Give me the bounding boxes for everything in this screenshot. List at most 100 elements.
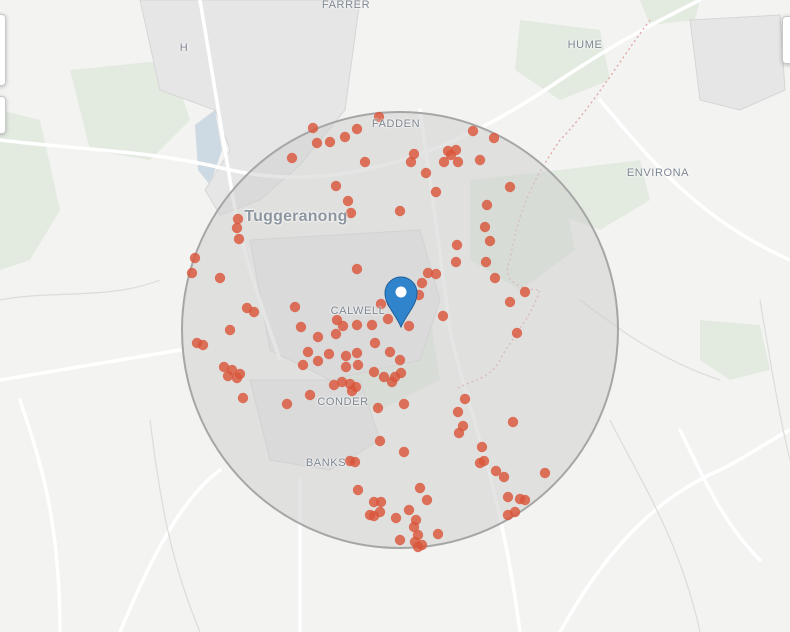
- map-marker-dot[interactable]: [330, 180, 342, 192]
- map-marker-dot[interactable]: [386, 376, 398, 388]
- map-marker-dot[interactable]: [416, 277, 428, 289]
- map-marker-dot[interactable]: [368, 366, 380, 378]
- map-marker-dot[interactable]: [339, 131, 351, 143]
- map-marker-dot[interactable]: [366, 319, 378, 331]
- map-marker-dot[interactable]: [197, 339, 209, 351]
- map-marker-dot[interactable]: [502, 491, 514, 503]
- map-marker-dot[interactable]: [437, 310, 449, 322]
- map-marker-dot[interactable]: [232, 213, 244, 225]
- map-marker-dot[interactable]: [481, 199, 493, 211]
- map-marker-dot[interactable]: [337, 320, 349, 332]
- map-marker-dot[interactable]: [248, 306, 260, 318]
- map-marker-dot[interactable]: [224, 324, 236, 336]
- map-marker-dot[interactable]: [451, 239, 463, 251]
- map-marker-dot[interactable]: [394, 354, 406, 366]
- map-marker-dot[interactable]: [359, 156, 371, 168]
- zoom-out-button[interactable]: [0, 96, 6, 134]
- map-marker-dot[interactable]: [340, 350, 352, 362]
- map-marker-dot[interactable]: [312, 331, 324, 343]
- map-marker-dot[interactable]: [375, 496, 387, 508]
- map-marker-dot[interactable]: [421, 494, 433, 506]
- map-marker-dot[interactable]: [394, 205, 406, 217]
- map-marker-dot[interactable]: [346, 385, 358, 397]
- map-marker-dot[interactable]: [231, 372, 243, 384]
- map-marker-dot[interactable]: [328, 379, 340, 391]
- map-marker-dot[interactable]: [289, 301, 301, 313]
- map-marker-dot[interactable]: [297, 359, 309, 371]
- map-marker-dot[interactable]: [237, 392, 249, 404]
- map-marker-dot[interactable]: [430, 186, 442, 198]
- map-marker-dot[interactable]: [459, 393, 471, 405]
- map-marker-dot[interactable]: [384, 346, 396, 358]
- map-marker-dot[interactable]: [342, 195, 354, 207]
- map-marker-dot[interactable]: [504, 296, 516, 308]
- map-marker-dot[interactable]: [438, 156, 450, 168]
- map-marker-dot[interactable]: [398, 398, 410, 410]
- map-marker-dot[interactable]: [467, 125, 479, 137]
- map-marker-dot[interactable]: [286, 152, 298, 164]
- map-marker-dot[interactable]: [405, 156, 417, 168]
- map-marker-dot[interactable]: [452, 406, 464, 418]
- map-marker-dot[interactable]: [502, 509, 514, 521]
- map-marker-dot[interactable]: [478, 455, 490, 467]
- map-marker-dot[interactable]: [307, 122, 319, 134]
- map-marker-dot[interactable]: [453, 427, 465, 439]
- map-marker-dot[interactable]: [324, 136, 336, 148]
- map-marker-dot[interactable]: [403, 504, 415, 516]
- map-marker-dot[interactable]: [222, 370, 234, 382]
- map-marker-dot[interactable]: [368, 510, 380, 522]
- map-marker-dot[interactable]: [507, 416, 519, 428]
- map-marker-dot[interactable]: [519, 286, 531, 298]
- map-marker-dot[interactable]: [295, 321, 307, 333]
- map-marker-dot[interactable]: [416, 539, 428, 551]
- map-marker-dot[interactable]: [390, 512, 402, 524]
- map-marker-dot[interactable]: [484, 235, 496, 247]
- map-marker-dot[interactable]: [474, 154, 486, 166]
- zoom-in-button[interactable]: [0, 14, 6, 86]
- map-marker-dot[interactable]: [511, 327, 523, 339]
- map-marker-dot[interactable]: [351, 319, 363, 331]
- map-marker-dot[interactable]: [479, 221, 491, 233]
- map-marker-dot[interactable]: [430, 268, 442, 280]
- map-marker-dot[interactable]: [352, 484, 364, 496]
- map-marker-dot[interactable]: [394, 534, 406, 546]
- map-marker-dot[interactable]: [233, 233, 245, 245]
- map-marker-dot[interactable]: [539, 467, 551, 479]
- map-marker-dot[interactable]: [351, 347, 363, 359]
- map-marker-dot[interactable]: [281, 398, 293, 410]
- map-marker-dot[interactable]: [450, 144, 462, 156]
- map-marker-dot[interactable]: [414, 482, 426, 494]
- map-marker-dot[interactable]: [351, 263, 363, 275]
- map-marker-dot[interactable]: [374, 435, 386, 447]
- map-marker-dot[interactable]: [488, 132, 500, 144]
- map-marker-dot[interactable]: [398, 446, 410, 458]
- map-marker-dot[interactable]: [519, 494, 531, 506]
- map-marker-dot[interactable]: [304, 389, 316, 401]
- map-marker-dot[interactable]: [489, 272, 501, 284]
- map-marker-dot[interactable]: [504, 181, 516, 193]
- map-marker-dot[interactable]: [450, 256, 462, 268]
- map-marker-dot[interactable]: [498, 471, 510, 483]
- map-marker-dot[interactable]: [369, 337, 381, 349]
- map-marker-dot[interactable]: [311, 137, 323, 149]
- map-marker-dot[interactable]: [231, 222, 243, 234]
- map-marker-dot[interactable]: [214, 272, 226, 284]
- map-marker-dot[interactable]: [340, 361, 352, 373]
- map-marker-dot[interactable]: [432, 528, 444, 540]
- map-marker-dot[interactable]: [403, 320, 415, 332]
- map-marker-dot[interactable]: [452, 156, 464, 168]
- map-marker-dot[interactable]: [186, 267, 198, 279]
- map-marker-dot[interactable]: [395, 367, 407, 379]
- map-marker-dot[interactable]: [476, 441, 488, 453]
- map-marker-dot[interactable]: [323, 348, 335, 360]
- map-marker-dot[interactable]: [372, 402, 384, 414]
- map-marker-dot[interactable]: [349, 456, 361, 468]
- map-marker-dot[interactable]: [189, 252, 201, 264]
- map-marker-dot[interactable]: [330, 328, 342, 340]
- map-marker-dot[interactable]: [480, 256, 492, 268]
- map-view[interactable]: FARRER H HUME FADDEN ENVIRONA Tuggeranon…: [0, 0, 790, 632]
- map-marker-dot[interactable]: [312, 355, 324, 367]
- map-marker-dot[interactable]: [302, 346, 314, 358]
- map-marker-dot[interactable]: [352, 359, 364, 371]
- map-marker-dot[interactable]: [420, 167, 432, 179]
